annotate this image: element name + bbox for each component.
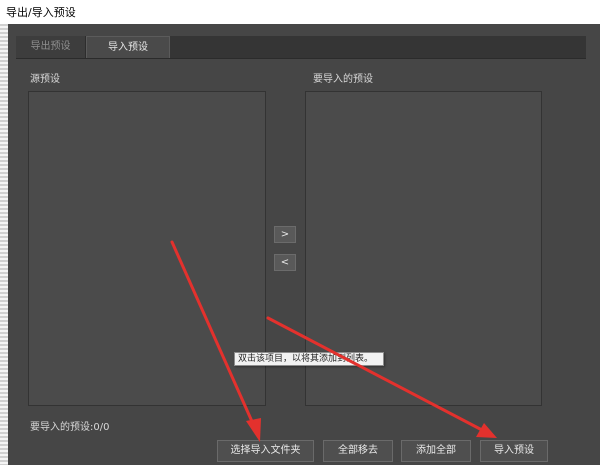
annotation-arrowhead-2 <box>476 423 497 438</box>
annotation-arrowhead-1 <box>246 418 261 442</box>
remove-from-list-button[interactable]: < <box>274 254 296 271</box>
source-presets-list[interactable] <box>28 91 266 406</box>
title-bar: 导出/导入预设 <box>0 0 600 24</box>
background-window-edge <box>0 24 8 465</box>
tab-import-presets[interactable]: 导入预设 <box>86 36 170 58</box>
import-presets-label: 要导入的预设 <box>313 74 373 85</box>
remove-all-button[interactable]: 全部移去 <box>323 440 393 462</box>
import-count-status: 要导入的预设:0/0 <box>30 422 110 433</box>
add-all-button[interactable]: 添加全部 <box>401 440 471 462</box>
tooltip: 双击该项目，以将其添加到列表。 <box>234 352 384 366</box>
tab-bar: 导出预设 导入预设 <box>16 36 586 59</box>
add-to-list-button[interactable]: > <box>274 226 296 243</box>
window-title: 导出/导入预设 <box>6 6 76 19</box>
tab-export-presets[interactable]: 导出预设 <box>16 36 86 58</box>
source-presets-label: 源预设 <box>30 74 60 85</box>
import-presets-button[interactable]: 导入预设 <box>480 440 548 462</box>
choose-import-folder-button[interactable]: 选择导入文件夹 <box>217 440 314 462</box>
